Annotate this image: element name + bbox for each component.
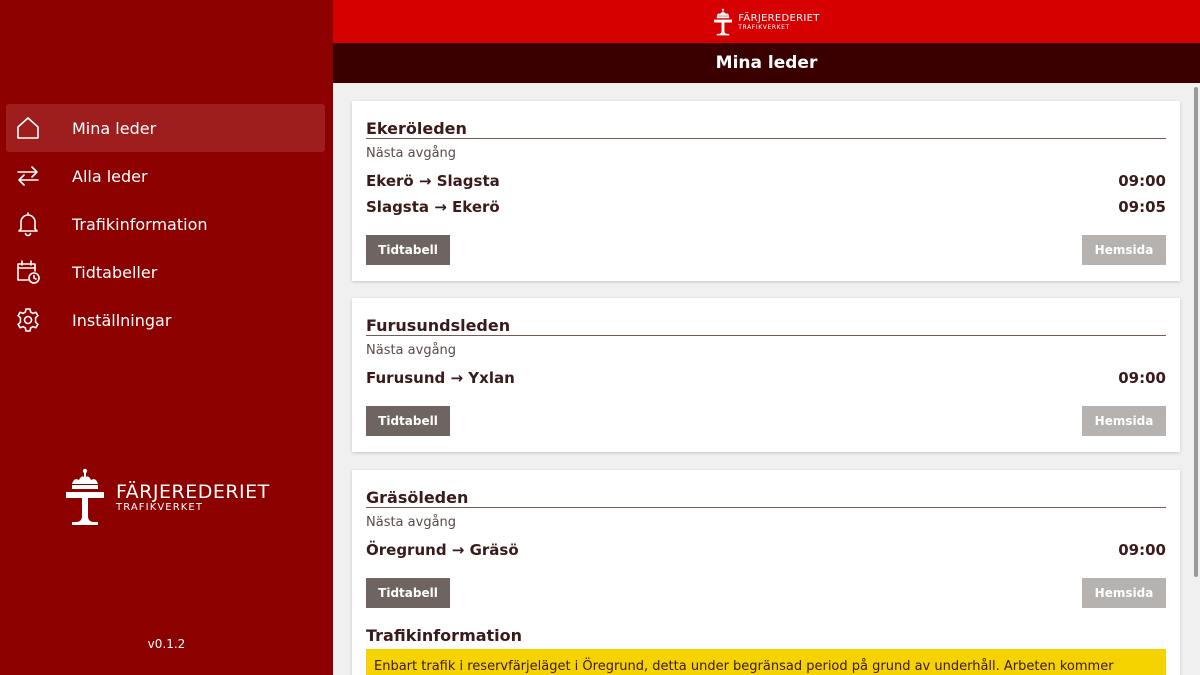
departure-time: 09:05 bbox=[1118, 198, 1166, 216]
sidebar-item-label: Alla leder bbox=[72, 166, 148, 186]
sidebar-item-alla-leder[interactable]: Alla leder bbox=[6, 152, 325, 200]
top-brand-sub: TRAFIKVERKET bbox=[738, 23, 790, 31]
departure-route: Ekerö → Slagsta bbox=[366, 172, 500, 190]
homepage-button[interactable]: Hemsida bbox=[1082, 235, 1166, 265]
timetable-button[interactable]: Tidtabell bbox=[366, 235, 450, 265]
route-card-ekeroleden: Ekeröleden Nästa avgång Ekerö → Slagsta … bbox=[352, 101, 1180, 281]
route-title: Furusundsleden bbox=[366, 298, 1166, 336]
brand-sub: TRAFIKVERKET bbox=[116, 501, 204, 513]
sidebar-item-installningar[interactable]: Inställningar bbox=[6, 296, 325, 344]
traffic-info-title: Trafikinformation bbox=[366, 626, 523, 645]
departure-row: Furusund → Yxlan 09:00 bbox=[366, 369, 1166, 387]
crown-emblem-icon bbox=[714, 8, 733, 35]
calendar-clock-icon bbox=[6, 248, 50, 296]
arrows-swap-icon bbox=[6, 152, 50, 200]
crown-emblem-icon bbox=[66, 468, 104, 525]
next-departure-label: Nästa avgång bbox=[366, 515, 457, 530]
sidebar-item-label: Tidtabeller bbox=[72, 262, 158, 282]
departure-route: Öregrund → Gräsö bbox=[366, 541, 519, 559]
card-actions: Tidtabell Hemsida bbox=[366, 578, 1166, 608]
sidebar-item-mina-leder[interactable]: Mina leder bbox=[6, 104, 325, 152]
sidebar-item-label: Mina leder bbox=[72, 118, 157, 138]
top-brand-name: FÄRJEREDERIET bbox=[738, 12, 820, 24]
app-version: v0.1.2 bbox=[147, 637, 186, 651]
route-title: Ekeröleden bbox=[366, 101, 1166, 139]
card-actions: Tidtabell Hemsida bbox=[366, 235, 1166, 265]
departure-time: 09:00 bbox=[1118, 541, 1166, 559]
departure-time: 09:00 bbox=[1118, 369, 1166, 387]
sidebar: Mina leder Alla leder Trafikinformation … bbox=[0, 0, 333, 675]
departure-row: Slagsta → Ekerö 09:05 bbox=[366, 198, 1166, 216]
timetable-button[interactable]: Tidtabell bbox=[366, 406, 450, 436]
sidebar-nav: Mina leder Alla leder Trafikinformation … bbox=[6, 104, 325, 344]
top-brand-logo: FÄRJEREDERIET TRAFIKVERKET bbox=[713, 8, 819, 36]
card-actions: Tidtabell Hemsida bbox=[366, 406, 1166, 436]
page-title: Mina leder bbox=[333, 43, 1200, 83]
bell-icon bbox=[6, 200, 50, 248]
departure-row: Öregrund → Gräsö 09:00 bbox=[366, 541, 1166, 559]
brand-logo: FÄRJEREDERIET TRAFIKVERKET bbox=[64, 468, 270, 526]
route-card-furusundsleden: Furusundsleden Nästa avgång Furusund → Y… bbox=[352, 298, 1180, 452]
brand-name: FÄRJEREDERIET bbox=[116, 480, 270, 503]
traffic-info-notice: Enbart trafik i reservfärjeläget i Öregr… bbox=[366, 649, 1166, 675]
homepage-button[interactable]: Hemsida bbox=[1082, 406, 1166, 436]
route-title: Gräsöleden bbox=[366, 470, 1166, 508]
gear-icon bbox=[6, 296, 50, 344]
routes-list[interactable]: Ekeröleden Nästa avgång Ekerö → Slagsta … bbox=[333, 83, 1200, 675]
homepage-button[interactable]: Hemsida bbox=[1082, 578, 1166, 608]
departure-time: 09:00 bbox=[1118, 172, 1166, 190]
departure-route: Slagsta → Ekerö bbox=[366, 198, 500, 216]
departure-row: Ekerö → Slagsta 09:00 bbox=[366, 172, 1166, 190]
sidebar-item-tidtabeller[interactable]: Tidtabeller bbox=[6, 248, 325, 296]
sidebar-item-label: Trafikinformation bbox=[72, 214, 208, 234]
next-departure-label: Nästa avgång bbox=[366, 146, 457, 161]
sidebar-item-label: Inställningar bbox=[72, 310, 172, 330]
next-departure-label: Nästa avgång bbox=[366, 343, 457, 358]
departure-route: Furusund → Yxlan bbox=[366, 369, 515, 387]
scrollbar[interactable] bbox=[1194, 87, 1198, 577]
home-icon bbox=[6, 104, 50, 152]
sidebar-item-trafikinformation[interactable]: Trafikinformation bbox=[6, 200, 325, 248]
route-card-grasoleden: Gräsöleden Nästa avgång Öregrund → Gräsö… bbox=[352, 470, 1180, 675]
timetable-button[interactable]: Tidtabell bbox=[366, 578, 450, 608]
top-bar: FÄRJEREDERIET TRAFIKVERKET bbox=[333, 0, 1200, 43]
